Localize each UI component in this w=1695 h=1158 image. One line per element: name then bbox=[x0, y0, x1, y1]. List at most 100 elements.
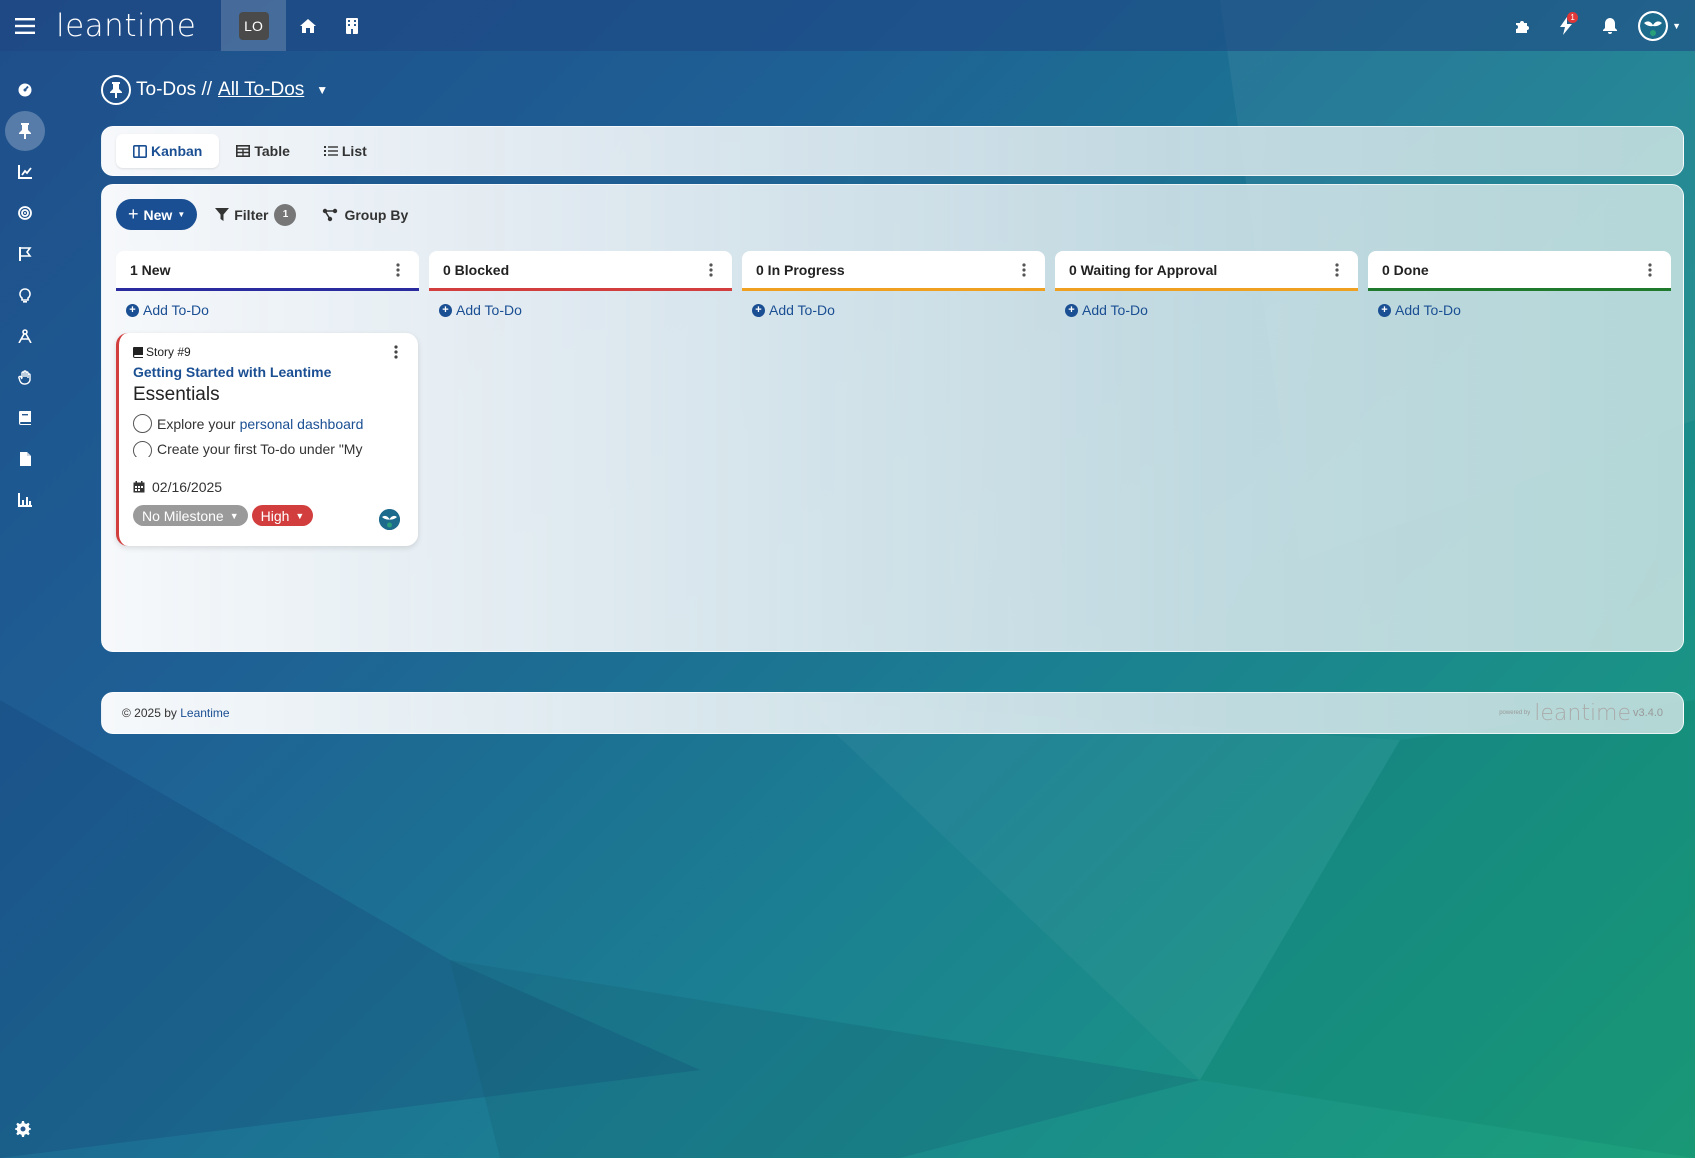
tab-list[interactable]: List bbox=[307, 134, 384, 168]
card-type-label: Story #9 bbox=[146, 345, 191, 359]
card-title[interactable]: Getting Started with Leantime bbox=[133, 364, 404, 380]
column-menu-icon[interactable] bbox=[391, 262, 405, 277]
card-tags: No Milestone ▼ High ▼ bbox=[133, 505, 404, 526]
milestone-label: No Milestone bbox=[142, 507, 224, 524]
card-type: Story #9 bbox=[133, 345, 404, 359]
column-menu-icon[interactable] bbox=[1330, 262, 1344, 277]
timesheet-chart-icon[interactable] bbox=[5, 152, 45, 192]
add-todo-link[interactable]: + Add To-Do bbox=[1065, 302, 1358, 318]
footer-logo: leantime bbox=[1534, 700, 1632, 726]
checklist-link[interactable]: personal dashboard bbox=[240, 416, 364, 432]
chevron-down-icon: ▼ bbox=[1672, 20, 1681, 31]
goals-target-icon[interactable] bbox=[5, 193, 45, 233]
column-title: 0 In Progress bbox=[756, 261, 845, 278]
menu-toggle-icon[interactable] bbox=[0, 0, 50, 51]
column-menu-icon[interactable] bbox=[1017, 262, 1031, 277]
column-title: 0 Waiting for Approval bbox=[1069, 261, 1218, 278]
lightning-notifications-icon[interactable]: 1 bbox=[1544, 0, 1588, 51]
powered-by-label: powered by bbox=[1499, 710, 1531, 716]
blueprints-compass-icon[interactable] bbox=[5, 316, 45, 356]
reports-bar-chart-icon[interactable] bbox=[5, 480, 45, 520]
settings-gear-icon[interactable] bbox=[15, 1121, 31, 1140]
tab-table[interactable]: Table bbox=[219, 134, 307, 168]
todos-pin-icon[interactable] bbox=[5, 111, 45, 151]
priority-dropdown[interactable]: High ▼ bbox=[251, 505, 314, 526]
project-switcher-button[interactable]: LO bbox=[221, 0, 286, 51]
book-icon bbox=[133, 346, 143, 358]
files-document-icon[interactable] bbox=[5, 439, 45, 479]
puzzle-icon[interactable] bbox=[1500, 0, 1544, 51]
top-right-tools: 1 ▼ bbox=[1500, 0, 1695, 51]
filter-count-badge: 1 bbox=[274, 203, 297, 226]
column-menu-icon[interactable] bbox=[704, 262, 718, 277]
user-avatar bbox=[1638, 10, 1669, 41]
card-due-date[interactable]: 02/16/2025 bbox=[133, 479, 404, 495]
todo-card[interactable]: Story #9 Getting Started with Leantime E… bbox=[116, 333, 418, 546]
new-todo-button[interactable]: + New ▼ bbox=[116, 199, 198, 230]
due-date-value: 02/16/2025 bbox=[152, 479, 223, 495]
kanban-column-done: 0 Done + Add To-Do bbox=[1368, 251, 1671, 318]
column-header: 1 New bbox=[116, 251, 419, 291]
view-selector-caret-icon[interactable]: ▼ bbox=[316, 83, 328, 97]
add-todo-link[interactable]: + Add To-Do bbox=[752, 302, 1045, 318]
footer: © 2025 by Leantime powered by leantime v… bbox=[101, 692, 1684, 734]
column-title: 0 Done bbox=[1382, 261, 1429, 278]
dashboard-icon[interactable] bbox=[5, 70, 45, 110]
plus-circle-icon: + bbox=[1378, 303, 1391, 317]
group-by-button[interactable]: Group By bbox=[322, 207, 408, 223]
powered-by: powered by leantime v3.4.0 bbox=[1499, 701, 1663, 726]
tab-label: List bbox=[341, 143, 367, 159]
plus-circle-icon: + bbox=[752, 303, 765, 317]
add-todo-label: Add To-Do bbox=[769, 302, 835, 318]
checklist-checkbox[interactable] bbox=[133, 441, 152, 457]
add-todo-link[interactable]: + Add To-Do bbox=[439, 302, 732, 318]
add-todo-link[interactable]: + Add To-Do bbox=[1378, 302, 1671, 318]
priority-label: High bbox=[260, 507, 290, 524]
bell-icon[interactable] bbox=[1588, 0, 1632, 51]
filter-label: Filter bbox=[234, 206, 269, 223]
checklist-checkbox[interactable] bbox=[133, 414, 152, 433]
footer-copyright: © 2025 by Leantime bbox=[122, 706, 230, 720]
plus-circle-icon: + bbox=[126, 303, 139, 317]
copyright-text: © 2025 by bbox=[122, 706, 177, 720]
milestones-flag-icon[interactable] bbox=[5, 234, 45, 274]
view-selector-link[interactable]: All To-Dos bbox=[218, 79, 304, 101]
column-menu-icon[interactable] bbox=[1643, 262, 1657, 277]
company-building-icon[interactable] bbox=[330, 0, 374, 51]
add-todo-label: Add To-Do bbox=[456, 302, 522, 318]
leantime-link[interactable]: Leantime bbox=[180, 706, 229, 720]
checklist-text: Explore your bbox=[157, 415, 236, 432]
filter-button[interactable]: Filter 1 bbox=[215, 203, 297, 226]
add-todo-label: Add To-Do bbox=[143, 302, 209, 318]
tab-label: Table bbox=[254, 143, 290, 159]
page-header: To-Dos // All To-Dos ▼ bbox=[101, 75, 328, 105]
table-grid-icon bbox=[236, 145, 251, 157]
kanban-column-blocked: 0 Blocked + Add To-Do bbox=[429, 251, 732, 318]
tab-label: Kanban bbox=[151, 143, 203, 159]
home-icon[interactable] bbox=[286, 0, 330, 51]
ideas-lightbulb-icon[interactable] bbox=[5, 275, 45, 315]
calendar-icon bbox=[133, 481, 145, 493]
checklist-item: Create your first To-do under "My bbox=[133, 441, 404, 457]
column-header: 0 In Progress bbox=[742, 251, 1045, 291]
page-title: To-Dos // bbox=[136, 79, 213, 100]
retrospective-hand-icon[interactable] bbox=[5, 357, 45, 397]
add-todo-label: Add To-Do bbox=[1395, 302, 1461, 318]
assignee-avatar[interactable] bbox=[379, 509, 400, 530]
pushpin-icon bbox=[101, 75, 131, 105]
chevron-down-icon: ▼ bbox=[295, 510, 305, 521]
top-navbar: leantime LO 1 ▼ bbox=[0, 0, 1695, 51]
board-toolbar: + New ▼ Filter 1 Group By bbox=[116, 199, 408, 230]
user-menu[interactable]: ▼ bbox=[1638, 10, 1681, 41]
tab-kanban[interactable]: Kanban bbox=[116, 134, 220, 168]
card-description-heading: Essentials bbox=[133, 384, 220, 405]
plus-icon: + bbox=[128, 204, 139, 224]
card-menu-icon[interactable] bbox=[394, 345, 398, 362]
app-logo[interactable]: leantime bbox=[56, 8, 221, 44]
wiki-book-icon[interactable] bbox=[5, 398, 45, 438]
checklist-item: Explore your personal dashboard bbox=[133, 414, 404, 433]
chevron-down-icon: ▼ bbox=[229, 510, 239, 521]
kanban-board-panel: + New ▼ Filter 1 Group By 1 New + Add To-… bbox=[101, 184, 1684, 652]
milestone-dropdown[interactable]: No Milestone ▼ bbox=[133, 505, 248, 526]
add-todo-link[interactable]: + Add To-Do bbox=[126, 302, 419, 318]
